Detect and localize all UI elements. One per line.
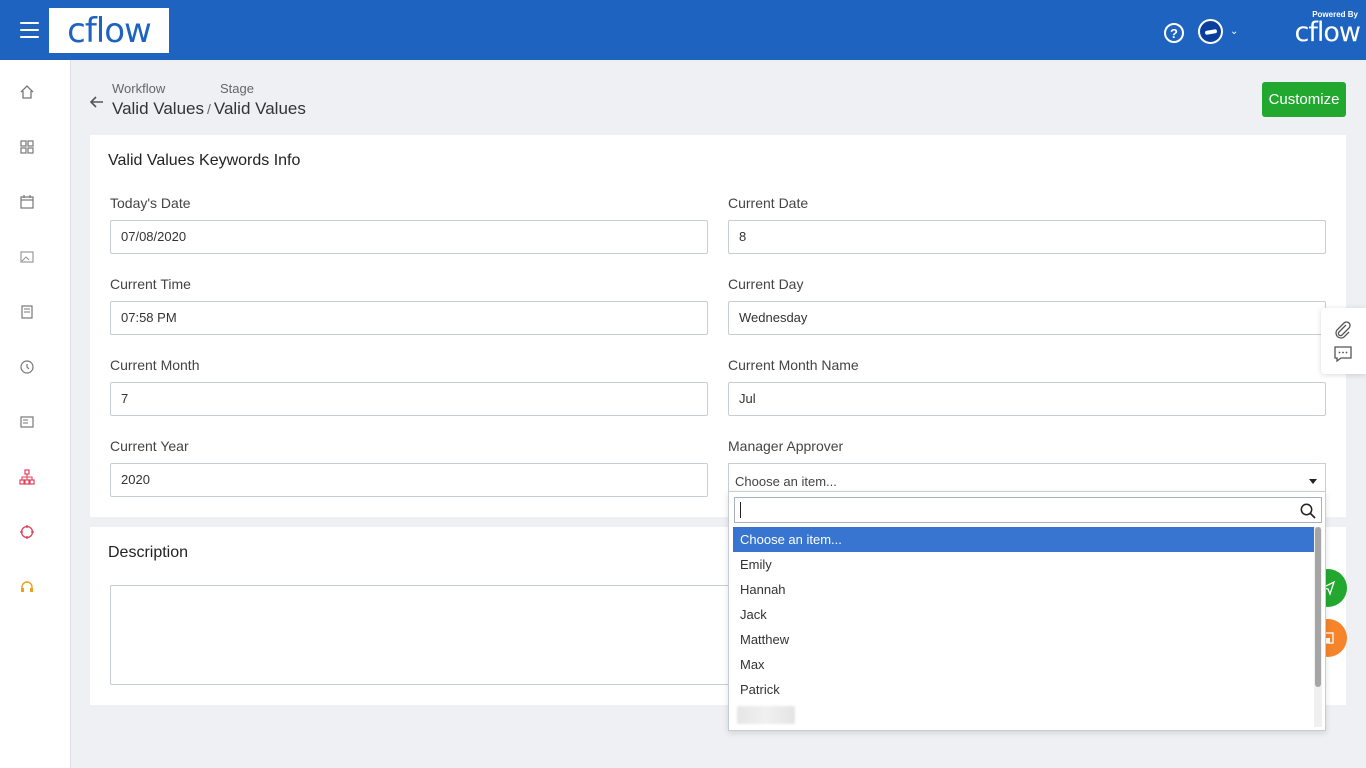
dropdown-scrollbar-thumb[interactable] <box>1315 527 1321 687</box>
customize-button[interactable]: Customize <box>1262 82 1346 117</box>
sidebar <box>0 60 71 768</box>
dropdown-option[interactable]: Matthew <box>733 627 1315 652</box>
dropdown-option[interactable]: Choose an item... <box>733 527 1315 552</box>
breadcrumb-workflow-label: Workflow <box>112 81 166 96</box>
breadcrumb: Valid Values / Valid Values <box>112 99 306 119</box>
current-month-field[interactable]: 7 <box>110 382 708 416</box>
app-logo[interactable]: cflow <box>49 8 169 53</box>
target-icon[interactable] <box>19 524 35 540</box>
current-date-label: Current Date <box>728 195 809 211</box>
todays-date-label: Today's Date <box>110 195 191 211</box>
grid-icon[interactable] <box>19 139 35 155</box>
org-chart-icon[interactable] <box>19 469 35 485</box>
dropdown-options: Choose an item... Emily Hannah Jack Matt… <box>733 527 1315 724</box>
breadcrumb-workflow-name[interactable]: Valid Values <box>112 99 204 118</box>
book-icon[interactable] <box>19 304 35 320</box>
current-month-name-field[interactable]: Jul <box>728 382 1326 416</box>
dropdown-scrollbar[interactable] <box>1314 527 1322 727</box>
report-icon[interactable] <box>19 414 35 430</box>
home-icon[interactable] <box>19 84 35 100</box>
description-textarea[interactable] <box>110 585 750 685</box>
menu-icon[interactable] <box>20 22 39 38</box>
powered-by: Powered By cflow <box>1270 10 1361 48</box>
current-day-field[interactable]: Wednesday <box>728 301 1326 335</box>
dropdown-search-input[interactable] <box>734 497 1322 523</box>
breadcrumb-stage-label: Stage <box>220 81 254 96</box>
manager-approver-label: Manager Approver <box>728 438 844 454</box>
current-day-label: Current Day <box>728 276 804 292</box>
text-cursor <box>740 502 741 518</box>
paperclip-icon[interactable] <box>1333 320 1353 340</box>
dropdown-option[interactable]: Hannah <box>733 577 1315 602</box>
current-date-field[interactable]: 8 <box>728 220 1326 254</box>
dropdown-option-partial[interactable] <box>737 706 795 724</box>
current-month-name-label: Current Month Name <box>728 357 859 373</box>
dropdown-option[interactable]: Jack <box>733 602 1315 627</box>
help-icon[interactable]: ? <box>1164 23 1184 43</box>
breadcrumb-stage-name: Valid Values <box>213 99 306 118</box>
avatar-mark <box>1204 28 1217 35</box>
search-icon <box>1299 502 1317 520</box>
dropdown-option[interactable]: Patrick <box>733 677 1315 702</box>
image-card-icon[interactable] <box>19 249 35 265</box>
avatar[interactable] <box>1198 19 1223 44</box>
calendar-icon[interactable] <box>19 194 35 210</box>
current-month-label: Current Month <box>110 357 200 373</box>
floating-action-panel <box>1321 308 1366 374</box>
dropdown-option[interactable]: Emily <box>733 552 1315 577</box>
caret-down-icon[interactable] <box>1309 479 1317 484</box>
comment-icon[interactable] <box>1333 344 1353 364</box>
headset-icon[interactable] <box>19 579 35 595</box>
history-icon[interactable] <box>19 359 35 375</box>
current-time-field[interactable]: 07:58 PM <box>110 301 708 335</box>
current-time-label: Current Time <box>110 276 191 292</box>
powered-by-logo: cflow <box>1294 17 1361 48</box>
manager-approver-dropdown: Choose an item... Emily Hannah Jack Matt… <box>728 491 1326 731</box>
app-logo-text: cflow <box>67 10 152 51</box>
top-bar: cflow ? ⌄ Powered By cflow <box>0 0 1366 60</box>
back-arrow-icon[interactable] <box>88 93 106 111</box>
dropdown-option[interactable]: Max <box>733 652 1315 677</box>
current-year-field[interactable]: 2020 <box>110 463 708 497</box>
chevron-down-icon[interactable]: ⌄ <box>1230 26 1238 37</box>
todays-date-field[interactable]: 07/08/2020 <box>110 220 708 254</box>
breadcrumb-separator: / <box>206 101 211 117</box>
description-title: Description <box>108 544 189 561</box>
manager-approver-value: Choose an item... <box>735 474 837 489</box>
current-year-label: Current Year <box>110 438 189 454</box>
form-title: Valid Values Keywords Info <box>108 152 301 169</box>
